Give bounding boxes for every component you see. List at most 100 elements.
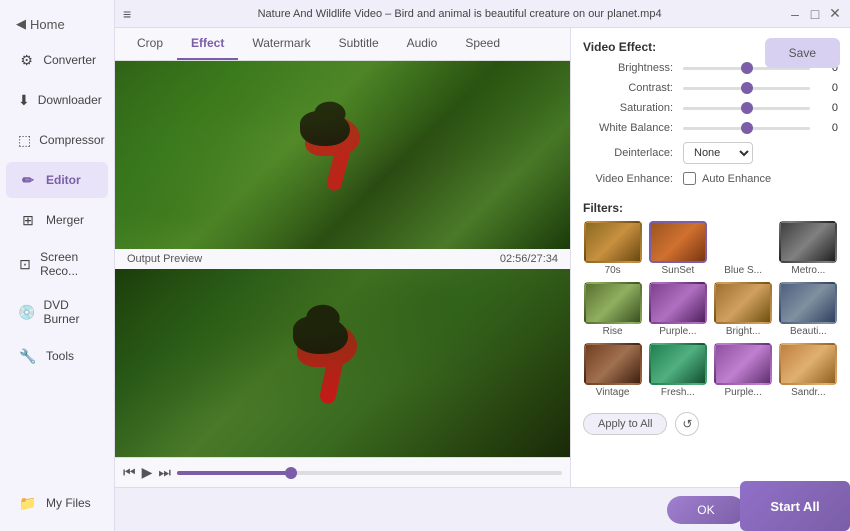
video-timestamp: 02:56/27:34 — [500, 253, 558, 265]
window-title: Nature And Wildlife Video – Bird and ani… — [131, 8, 788, 20]
white-balance-slider[interactable] — [683, 127, 810, 130]
start-all-button[interactable]: Start All — [740, 481, 850, 531]
saturation-slider[interactable] — [683, 107, 810, 110]
contrast-slider[interactable] — [683, 87, 810, 90]
tab-audio[interactable]: Audio — [393, 28, 452, 60]
filter-sandr[interactable]: Sandr... — [779, 343, 838, 398]
dvd-burner-icon: 💿 — [18, 302, 35, 322]
home-label: Home — [30, 17, 65, 32]
prev-frame-button[interactable]: ⏮ — [123, 464, 136, 481]
menu-icon[interactable]: ≡ — [123, 6, 131, 22]
downloader-icon: ⬇ — [18, 90, 30, 110]
apply-to-all-button[interactable]: Apply to All — [583, 413, 667, 435]
filter-blues[interactable]: Blue S... — [714, 221, 773, 276]
sidebar-item-tools[interactable]: 🔧 Tools — [6, 338, 108, 374]
converter-icon: ⚙ — [18, 50, 35, 70]
filter-thumb-blues — [714, 221, 772, 263]
filter-label-70s: 70s — [605, 265, 621, 276]
bottom-bar: OK Cancel Start All — [115, 487, 850, 531]
contrast-slider-container — [683, 87, 810, 90]
deinterlace-row: Deinterlace: None Yadif Yadif2x — [583, 142, 838, 164]
merger-icon: ⊞ — [18, 210, 38, 230]
sidebar-item-compressor[interactable]: ⬚ Compressor — [6, 122, 108, 158]
tab-speed[interactable]: Speed — [451, 28, 514, 60]
sidebar-back-home[interactable]: ◀ Home — [0, 8, 114, 40]
top-video-preview — [115, 61, 570, 249]
filter-label-purple2: Purple... — [725, 387, 762, 398]
sidebar-item-label: Compressor — [39, 133, 104, 147]
maximize-button[interactable]: □ — [808, 7, 822, 21]
sidebar-item-my-files[interactable]: 📁 My Files — [6, 485, 108, 521]
filter-metro[interactable]: Metro... — [779, 221, 838, 276]
sidebar-item-editor[interactable]: ✏ Editor — [6, 162, 108, 198]
sidebar-item-label: Converter — [43, 53, 96, 67]
tab-effect[interactable]: Effect — [177, 28, 238, 60]
white-balance-row: White Balance: 0 — [583, 122, 838, 134]
filter-70s[interactable]: 70s — [583, 221, 642, 276]
save-button[interactable]: Save — [765, 38, 840, 68]
filter-label-sunset: SunSet — [661, 265, 694, 276]
minimize-button[interactable]: – — [788, 7, 802, 21]
settings-panel: Video Effect: Brightness: 0 Contrast: 0 — [570, 28, 850, 487]
filter-sunset[interactable]: SunSet — [648, 221, 707, 276]
filters-grid: 70s SunSet Blue S... Metro... — [583, 221, 838, 398]
filter-thumb-bright — [714, 282, 772, 324]
ok-button[interactable]: OK — [667, 496, 744, 524]
play-button[interactable]: ▶ — [142, 464, 153, 481]
filter-purple[interactable]: Purple... — [648, 282, 707, 337]
sidebar-bottom: 📁 My Files — [0, 483, 114, 523]
sidebar-item-label: My Files — [46, 496, 91, 510]
sidebar-item-downloader[interactable]: ⬇ Downloader — [6, 82, 108, 118]
progress-bar[interactable] — [177, 471, 562, 475]
filter-thumb-rise — [584, 282, 642, 324]
filter-thumb-beauti — [779, 282, 837, 324]
video-enhance-label: Video Enhance: — [583, 173, 683, 185]
contrast-value: 0 — [818, 82, 838, 94]
saturation-value: 0 — [818, 102, 838, 114]
brightness-label: Brightness: — [583, 62, 683, 74]
main-content: ≡ Nature And Wildlife Video – Bird and a… — [115, 0, 850, 531]
filter-label-sandr: Sandr... — [791, 387, 825, 398]
compressor-icon: ⬚ — [18, 130, 31, 150]
sidebar-item-converter[interactable]: ⚙ Converter — [6, 42, 108, 78]
next-frame-button[interactable]: ⏭ — [158, 464, 171, 481]
filter-actions: Apply to All ↺ — [583, 412, 838, 436]
filter-label-rise: Rise — [603, 326, 623, 337]
filter-thumb-sandr — [779, 343, 837, 385]
filter-label-blues: Blue S... — [724, 265, 762, 276]
tools-icon: 🔧 — [18, 346, 38, 366]
sidebar-item-merger[interactable]: ⊞ Merger — [6, 202, 108, 238]
white-balance-value: 0 — [818, 122, 838, 134]
sidebar-item-dvd-burner[interactable]: 💿 DVD Burner — [6, 290, 108, 334]
auto-enhance-label: Auto Enhance — [702, 173, 771, 185]
editor-icon: ✏ — [18, 170, 38, 190]
effect-tabs: Crop Effect Watermark Subtitle Audio Spe… — [115, 28, 570, 61]
filters-title: Filters: — [583, 201, 838, 215]
filter-thumb-metro — [779, 221, 837, 263]
close-button[interactable]: ✕ — [828, 7, 842, 21]
sidebar-item-screen-record[interactable]: ⊡ Screen Reco... — [6, 242, 108, 286]
auto-enhance-checkbox[interactable] — [683, 172, 696, 185]
output-preview-label: Output Preview — [127, 253, 202, 265]
back-arrow-icon: ◀ — [16, 16, 26, 32]
sidebar: ◀ Home ⚙ Converter ⬇ Downloader ⬚ Compre… — [0, 0, 115, 531]
filter-rise[interactable]: Rise — [583, 282, 642, 337]
filter-purple2[interactable]: Purple... — [714, 343, 773, 398]
progress-thumb — [285, 467, 297, 479]
tab-subtitle[interactable]: Subtitle — [325, 28, 393, 60]
filter-label-purple: Purple... — [659, 326, 696, 337]
filter-fresh[interactable]: Fresh... — [648, 343, 707, 398]
tab-watermark[interactable]: Watermark — [238, 28, 324, 60]
saturation-slider-container — [683, 107, 810, 110]
white-balance-label: White Balance: — [583, 122, 683, 134]
filter-label-bright: Bright... — [726, 326, 760, 337]
screen-record-icon: ⊡ — [18, 254, 32, 274]
filter-beauti[interactable]: Beauti... — [779, 282, 838, 337]
refresh-button[interactable]: ↺ — [675, 412, 699, 436]
filter-bright[interactable]: Bright... — [714, 282, 773, 337]
filter-label-vintage: Vintage — [596, 387, 630, 398]
filter-vintage[interactable]: Vintage — [583, 343, 642, 398]
tab-crop[interactable]: Crop — [123, 28, 177, 60]
bottom-video-preview — [115, 269, 570, 457]
deinterlace-select[interactable]: None Yadif Yadif2x — [683, 142, 753, 164]
